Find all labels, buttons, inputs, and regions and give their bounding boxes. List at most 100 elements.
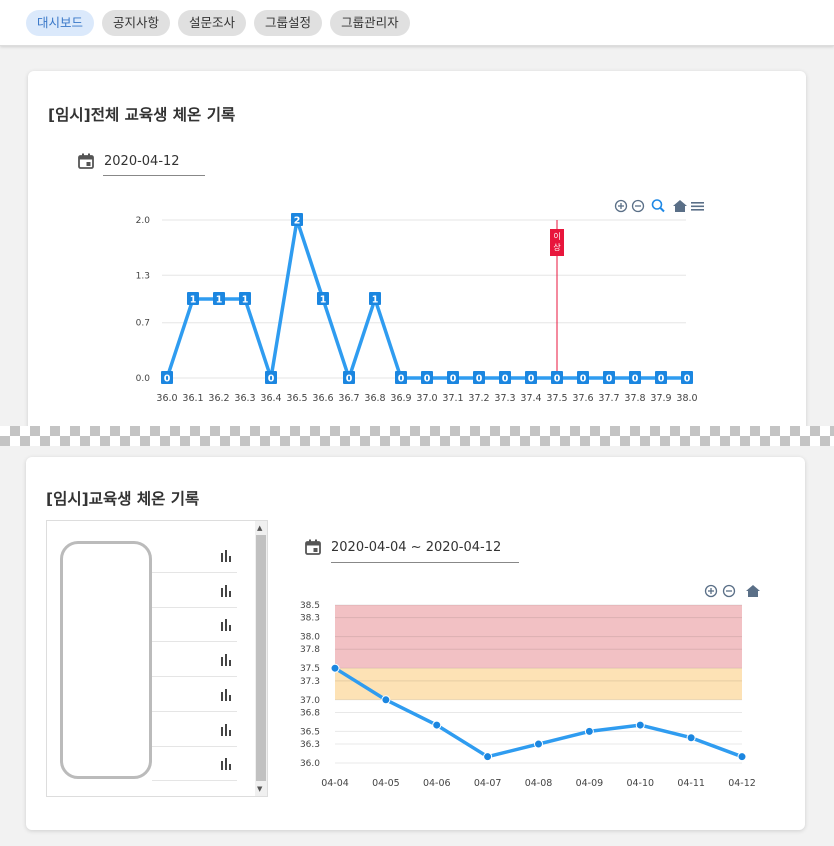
home-icon[interactable] xyxy=(746,585,760,597)
data-point xyxy=(432,720,442,730)
x-tick-label: 37.9 xyxy=(650,393,671,404)
data-label: 0 xyxy=(164,374,171,385)
list-item[interactable] xyxy=(152,574,237,608)
x-tick-label: 04-08 xyxy=(525,778,553,789)
tab-surveys[interactable]: 설문조사 xyxy=(178,10,247,36)
data-label: 1 xyxy=(320,295,327,306)
x-tick-label: 04-11 xyxy=(677,778,705,789)
data-label: 0 xyxy=(268,374,275,385)
threshold-band xyxy=(335,668,742,700)
date-picker[interactable]: 2020-04-12 xyxy=(78,153,180,169)
avatar-placeholder xyxy=(60,541,152,779)
x-tick-label: 37.7 xyxy=(598,393,619,404)
x-tick-label: 04-12 xyxy=(728,778,756,789)
y-tick-label: 37.3 xyxy=(300,677,320,687)
page-separator xyxy=(0,426,834,446)
temperature-distribution-chart: 0.0 0.7 1.3 2.0 36.0 36.1 36.2 36.3 36.4 36.5 36.6… xyxy=(136,213,698,404)
scroll-down-icon[interactable]: ▼ xyxy=(257,785,262,793)
date-value: 2020-04-12 xyxy=(104,153,180,169)
nav-tabs: 대시보드 공지사항 설문조사 그룹설정 그룹관리자 xyxy=(26,10,410,36)
y-tick-label: 36.8 xyxy=(300,708,320,718)
y-tick-label: 36.5 xyxy=(300,727,320,737)
data-label: 1 xyxy=(242,295,249,306)
y-tick-label: 0.0 xyxy=(136,374,151,384)
date-underline xyxy=(331,562,519,563)
x-tick-label: 37.2 xyxy=(468,393,489,404)
calendar-icon xyxy=(305,539,321,555)
x-tick-label: 36.5 xyxy=(286,393,307,404)
data-label: 0 xyxy=(580,374,587,385)
data-point xyxy=(330,663,340,673)
data-label: 1 xyxy=(216,295,223,306)
student-list: ▲ ▼ xyxy=(46,520,268,797)
date-underline xyxy=(103,175,205,176)
data-label: 0 xyxy=(346,374,353,385)
date-range-value: 2020-04-04 ~ 2020-04-12 xyxy=(331,539,502,555)
list-item[interactable] xyxy=(152,678,237,712)
y-tick-label: 36.0 xyxy=(300,759,320,769)
scroll-up-icon[interactable]: ▲ xyxy=(257,524,262,532)
tab-dashboard[interactable]: 대시보드 xyxy=(26,10,95,36)
x-tick-label: 04-04 xyxy=(321,778,349,789)
x-tick-label: 37.1 xyxy=(442,393,463,404)
list-item[interactable] xyxy=(152,747,237,782)
scrollbar[interactable]: ▲ ▼ xyxy=(255,521,267,796)
list-item[interactable] xyxy=(152,539,237,573)
x-tick-label: 36.7 xyxy=(338,393,359,404)
list-item[interactable] xyxy=(152,608,237,643)
x-tick-label: 37.3 xyxy=(494,393,515,404)
data-label: 2 xyxy=(294,216,301,227)
y-tick-label: 37.5 xyxy=(300,664,320,674)
data-label: 1 xyxy=(190,295,197,306)
data-label: 0 xyxy=(450,374,457,385)
y-tick-label: 1.3 xyxy=(136,271,150,281)
x-tick-label: 36.0 xyxy=(156,393,177,404)
data-label: 0 xyxy=(658,374,665,385)
bar-chart-icon[interactable] xyxy=(219,688,233,702)
bar-chart-icon[interactable] xyxy=(219,653,233,667)
data-point xyxy=(737,752,747,762)
x-tick-label: 04-06 xyxy=(423,778,451,789)
zoom-in-icon[interactable] xyxy=(704,584,718,598)
y-tick-label: 0.7 xyxy=(136,319,150,329)
tab-group-admin[interactable]: 그룹관리자 xyxy=(330,10,410,36)
x-tick-label: 37.0 xyxy=(416,393,437,404)
tab-group-settings[interactable]: 그룹설정 xyxy=(254,10,323,36)
bar-chart-icon[interactable] xyxy=(219,723,233,737)
threshold-label: 상 xyxy=(553,242,561,252)
data-label: 0 xyxy=(554,374,561,385)
scroll-thumb[interactable] xyxy=(256,535,266,781)
y-tick-label: 2.0 xyxy=(136,216,151,226)
y-tick-label: 37.8 xyxy=(300,645,320,655)
data-label: 0 xyxy=(476,374,483,385)
x-tick-label: 04-07 xyxy=(474,778,502,789)
x-tick-label: 36.2 xyxy=(208,393,229,404)
x-tick-label: 38.0 xyxy=(676,393,697,404)
y-tick-label: 38.3 xyxy=(300,614,320,624)
bar-chart-icon[interactable] xyxy=(219,757,233,771)
bar-chart-icon[interactable] xyxy=(219,584,233,598)
list-item[interactable] xyxy=(152,643,237,678)
y-tick-label: 38.5 xyxy=(300,601,320,611)
x-tick-label: 37.5 xyxy=(546,393,567,404)
threshold-label: 이 xyxy=(553,231,560,241)
x-tick-label: 04-09 xyxy=(576,778,604,789)
student-temperature-chart: 36.0 36.3 36.5 36.8 37.0 37.3 37.5 37.8 38.0 38.3… xyxy=(300,601,756,789)
data-label: 0 xyxy=(684,374,691,385)
date-range-picker[interactable]: 2020-04-04 ~ 2020-04-12 xyxy=(305,539,501,555)
top-nav: 대시보드 공지사항 설문조사 그룹설정 그룹관리자 xyxy=(0,0,834,46)
zoom-out-icon[interactable] xyxy=(722,584,736,598)
bar-chart-icon[interactable] xyxy=(219,549,233,563)
data-point xyxy=(686,733,696,743)
data-label: 0 xyxy=(502,374,509,385)
x-tick-label: 36.6 xyxy=(312,393,333,404)
data-point xyxy=(381,695,391,705)
data-point xyxy=(534,739,543,749)
y-tick-label: 38.0 xyxy=(300,633,320,643)
tab-notices[interactable]: 공지사항 xyxy=(102,10,171,36)
bar-chart-icon[interactable] xyxy=(219,618,233,632)
list-item[interactable] xyxy=(152,713,237,747)
data-label: 0 xyxy=(398,374,405,385)
data-point xyxy=(635,720,645,730)
x-tick-label: 36.1 xyxy=(182,393,203,404)
